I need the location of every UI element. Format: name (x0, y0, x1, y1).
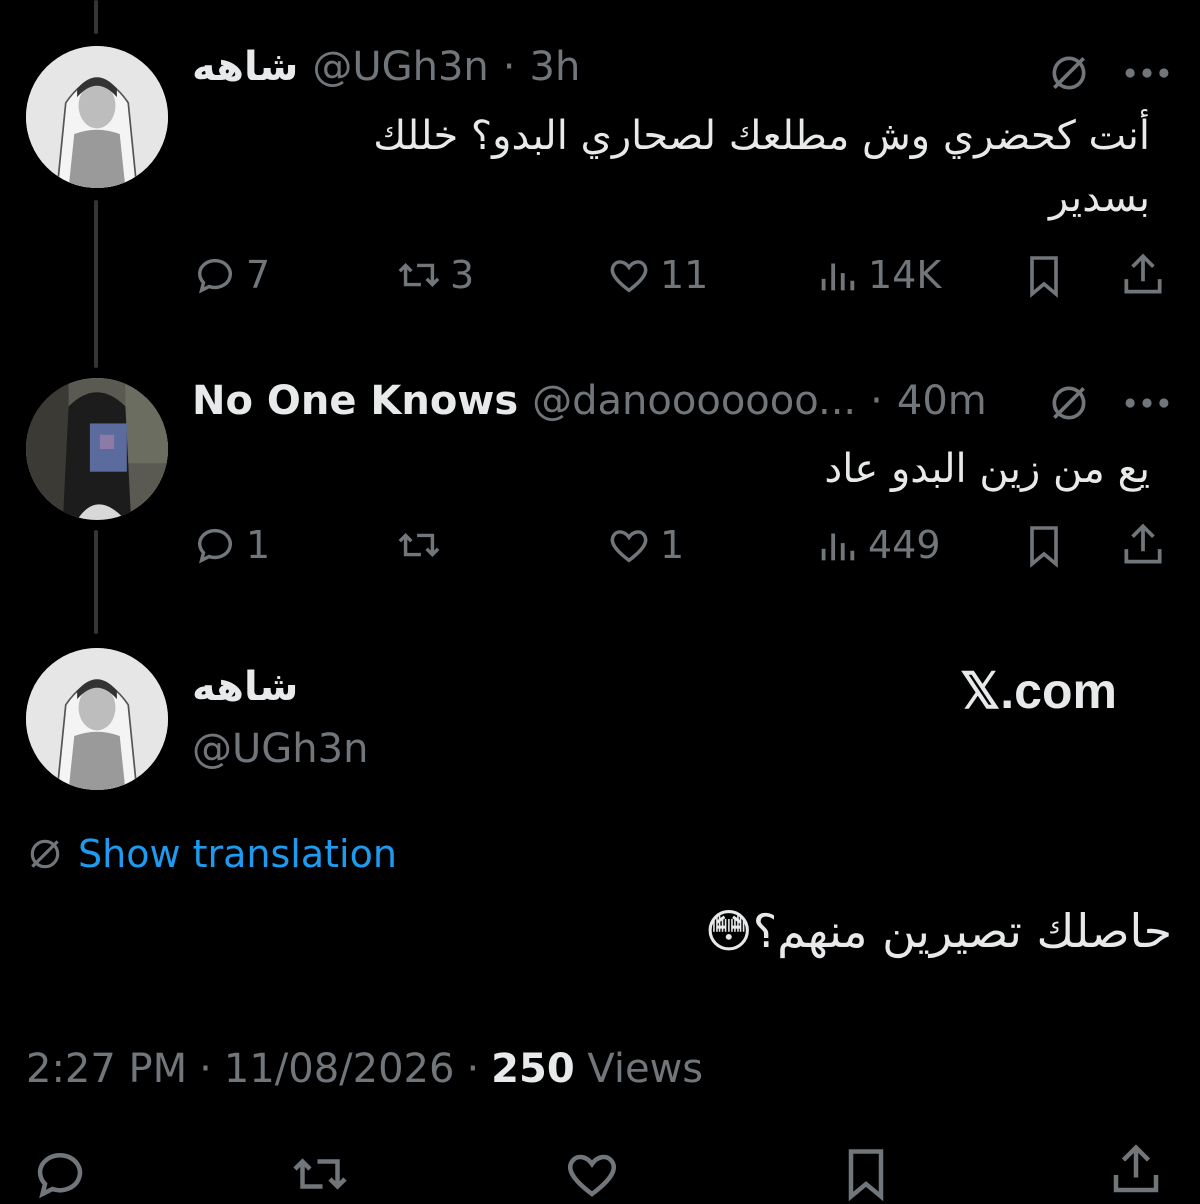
reply-button[interactable]: 7 (192, 252, 270, 298)
separator: · (502, 44, 516, 90)
like-icon[interactable] (562, 1144, 622, 1204)
like-button[interactable]: 11 (606, 252, 708, 298)
retweet-icon (398, 532, 440, 558)
bookmark-icon[interactable] (1020, 522, 1068, 570)
grok-icon[interactable] (1046, 50, 1092, 96)
tweet-date[interactable]: 11/08/2026 (224, 1046, 455, 1092)
handle[interactable]: @danooooooo... (532, 378, 856, 424)
like-button[interactable]: 1 (606, 522, 684, 568)
watermark: 𝕏.com (960, 663, 1117, 719)
show-translation-text[interactable]: Show translation (78, 832, 397, 876)
tweet-text: أنت كحضري وش مطلعك لصحاري البدو؟ خللك بس… (373, 113, 1150, 221)
separator: · (199, 1046, 212, 1092)
avatar-image (26, 378, 168, 520)
reply-button[interactable]: 1 (192, 522, 270, 568)
reply-icon (197, 258, 232, 294)
views-count: 449 (868, 523, 941, 567)
retweet-icon[interactable] (290, 1144, 350, 1204)
like-count: 1 (660, 523, 685, 567)
display-name[interactable]: No One Knows (192, 378, 518, 424)
more-icon[interactable] (1122, 380, 1172, 426)
translate-icon (30, 839, 60, 869)
separator: · (870, 378, 883, 424)
views-count: 14K (868, 253, 942, 297)
bookmark-icon[interactable] (1020, 252, 1068, 300)
reply-icon (197, 528, 232, 564)
thread-line (94, 530, 98, 634)
avatar[interactable] (26, 46, 168, 188)
tweet-text: حاصلك تصيرين منهم؟😳 (704, 904, 1172, 958)
avatar-image (26, 46, 168, 188)
more-icon[interactable] (1122, 50, 1172, 96)
share-icon[interactable] (1118, 250, 1168, 300)
retweet-button[interactable]: 3 (396, 252, 474, 298)
display-name[interactable]: شاهه (192, 664, 298, 710)
views-icon (821, 533, 855, 561)
views-summary[interactable]: 250 Views (491, 1046, 703, 1092)
views-button[interactable]: 449 (814, 522, 941, 568)
retweet-count: 3 (450, 253, 475, 297)
grok-icon[interactable] (1046, 380, 1092, 426)
avatar[interactable] (26, 648, 168, 790)
views-icon (821, 263, 855, 291)
handle[interactable]: @UGh3n (312, 44, 488, 90)
tweet-time[interactable]: 2:27 PM (26, 1046, 187, 1092)
reply-count: 1 (246, 523, 271, 567)
reply-count: 7 (246, 253, 271, 297)
timestamp[interactable]: 3h (530, 44, 581, 90)
views-label: Views (587, 1046, 704, 1092)
retweet-icon (398, 262, 440, 288)
avatar-image (26, 648, 168, 790)
retweet-button[interactable] (396, 522, 450, 568)
views-button[interactable]: 14K (814, 252, 941, 298)
handle[interactable]: @UGh3n (192, 726, 368, 772)
thread-line (94, 200, 98, 368)
tweet-text: يع من زين البدو عاد (824, 446, 1150, 492)
like-count: 11 (660, 253, 709, 297)
show-translation-link[interactable]: Show translation (26, 832, 397, 876)
display-name[interactable]: شاهه (192, 44, 298, 90)
separator: · (466, 1046, 480, 1092)
bookmark-icon[interactable] (836, 1144, 896, 1204)
reply-icon[interactable] (30, 1144, 90, 1204)
avatar[interactable] (26, 378, 168, 520)
share-icon[interactable] (1106, 1140, 1166, 1200)
like-icon (610, 260, 648, 293)
timestamp[interactable]: 40m (897, 378, 987, 424)
like-icon (610, 530, 648, 563)
share-icon[interactable] (1118, 520, 1168, 570)
views-total: 250 (491, 1046, 575, 1092)
thread-line (94, 0, 98, 34)
